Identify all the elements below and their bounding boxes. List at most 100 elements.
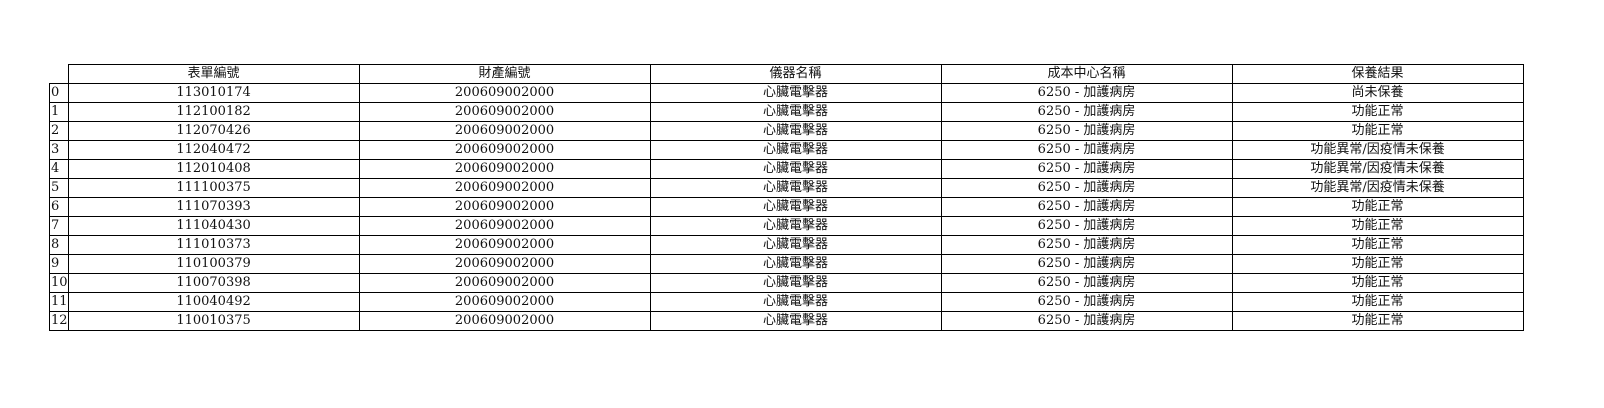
form-number-cell: 111040430 — [67, 216, 360, 236]
table-row: 11 110040492 200609002000 心臟電擊器 6250 - 加護病房功… — [49, 292, 1524, 312]
asset-number-cell: 200609002000 — [358, 216, 651, 236]
maintenance-result-cell: 功能正常 — [1231, 292, 1524, 312]
asset-number-cell: 200609002000 — [358, 197, 651, 217]
form-number-cell: 112100182 — [67, 102, 360, 122]
row-index-cell: 3 — [49, 140, 69, 160]
row-index-cell: 8 — [49, 235, 69, 255]
instrument-name-cell: 心臟電擊器 — [649, 159, 942, 179]
column-header-instrument-name: 儀器名稱 — [649, 64, 942, 84]
form-number-cell: 112070426 — [67, 121, 360, 141]
cost-center-cell: 6250 - 加護病房 — [940, 102, 1233, 122]
table-row: 12 110010375 200609002000 心臟電擊器 6250 - 加護病房功… — [49, 311, 1524, 331]
instrument-name-cell: 心臟電擊器 — [649, 254, 942, 274]
table-row: 5 111100375 200609002000 心臟電擊器 6250 - 加護病房 功能… — [49, 178, 1524, 198]
row-index-cell: 5 — [49, 178, 69, 198]
table-row: 6 111070393 200609002000 心臟電擊器 6250 - 加護病房 功能… — [49, 197, 1524, 217]
asset-number-cell: 200609002000 — [358, 178, 651, 198]
maintenance-result-cell: 功能正常 — [1231, 311, 1524, 331]
row-index-cell: 11 — [49, 292, 69, 312]
form-number-cell: 111010373 — [67, 235, 360, 255]
cost-center-cell: 6250 - 加護病房 — [940, 216, 1233, 236]
row-index-cell: 9 — [49, 254, 69, 274]
maintenance-result-cell: 功能正常 — [1231, 273, 1524, 293]
table-row: 0 113010174 200609002000 心臟電擊器 6250 - 加護病房 尚未… — [49, 83, 1524, 103]
form-number-cell: 110040492 — [67, 292, 360, 312]
maintenance-result-cell: 功能異常/因疫情未保養 — [1231, 178, 1524, 198]
table-row: 2 112070426 200609002000 心臟電擊器 6250 - 加護病房 功能… — [49, 121, 1524, 141]
cost-center-cell: 6250 - 加護病房 — [940, 311, 1233, 331]
form-number-cell: 110100379 — [67, 254, 360, 274]
row-index-cell: 7 — [49, 216, 69, 236]
cost-center-cell: 6250 - 加護病房 — [940, 159, 1233, 179]
column-header-asset-number: 財產編號 — [358, 64, 651, 84]
cost-center-cell: 6250 - 加護病房 — [940, 83, 1233, 103]
row-index-cell: 10 — [49, 273, 69, 293]
asset-number-cell: 200609002000 — [358, 121, 651, 141]
asset-number-cell: 200609002000 — [358, 235, 651, 255]
table-row: 10 110070398 200609002000 心臟電擊器 6250 - 加護病房功… — [49, 273, 1524, 293]
instrument-name-cell: 心臟電擊器 — [649, 311, 942, 331]
maintenance-result-cell: 功能正常 — [1231, 216, 1524, 236]
row-index-cell: 4 — [49, 159, 69, 179]
maintenance-records-table: 表單編號 財產編號 儀器名稱 成本中心名稱 保養結果 0 113010174 200… — [49, 64, 1524, 331]
table-row: 8 111010373 200609002000 心臟電擊器 6250 - 加護病房 功能… — [49, 235, 1524, 255]
cost-center-cell: 6250 - 加護病房 — [940, 273, 1233, 293]
column-header-maintenance-result: 保養結果 — [1231, 64, 1524, 84]
instrument-name-cell: 心臟電擊器 — [649, 121, 942, 141]
table-row: 1 112100182 200609002000 心臟電擊器 6250 - 加護病房 功能… — [49, 102, 1524, 122]
asset-number-cell: 200609002000 — [358, 102, 651, 122]
row-index-cell: 6 — [49, 197, 69, 217]
index-header — [49, 64, 69, 84]
row-index-cell: 0 — [49, 83, 69, 103]
instrument-name-cell: 心臟電擊器 — [649, 102, 942, 122]
asset-number-cell: 200609002000 — [358, 273, 651, 293]
asset-number-cell: 200609002000 — [358, 292, 651, 312]
column-header-form-number: 表單編號 — [67, 64, 360, 84]
maintenance-result-cell: 功能正常 — [1231, 197, 1524, 217]
table-row: 3 112040472 200609002000 心臟電擊器 6250 - 加護病房 功能… — [49, 140, 1524, 160]
maintenance-result-cell: 功能正常 — [1231, 254, 1524, 274]
cost-center-cell: 6250 - 加護病房 — [940, 235, 1233, 255]
cost-center-cell: 6250 - 加護病房 — [940, 292, 1233, 312]
table-row: 7 111040430 200609002000 心臟電擊器 6250 - 加護病房 功能… — [49, 216, 1524, 236]
instrument-name-cell: 心臟電擊器 — [649, 273, 942, 293]
instrument-name-cell: 心臟電擊器 — [649, 216, 942, 236]
instrument-name-cell: 心臟電擊器 — [649, 235, 942, 255]
cost-center-cell: 6250 - 加護病房 — [940, 121, 1233, 141]
row-index-cell: 2 — [49, 121, 69, 141]
column-header-cost-center-name: 成本中心名稱 — [940, 64, 1233, 84]
form-number-cell: 112010408 — [67, 159, 360, 179]
maintenance-result-cell: 功能異常/因疫情未保養 — [1231, 140, 1524, 160]
instrument-name-cell: 心臟電擊器 — [649, 178, 942, 198]
instrument-name-cell: 心臟電擊器 — [649, 83, 942, 103]
maintenance-result-cell: 功能異常/因疫情未保養 — [1231, 159, 1524, 179]
cost-center-cell: 6250 - 加護病房 — [940, 140, 1233, 160]
form-number-cell: 110070398 — [67, 273, 360, 293]
maintenance-result-cell: 尚未保養 — [1231, 83, 1524, 103]
maintenance-result-cell: 功能正常 — [1231, 235, 1524, 255]
maintenance-result-cell: 功能正常 — [1231, 121, 1524, 141]
asset-number-cell: 200609002000 — [358, 311, 651, 331]
asset-number-cell: 200609002000 — [358, 159, 651, 179]
asset-number-cell: 200609002000 — [358, 140, 651, 160]
form-number-cell: 110010375 — [67, 311, 360, 331]
form-number-cell: 111100375 — [67, 178, 360, 198]
asset-number-cell: 200609002000 — [358, 254, 651, 274]
instrument-name-cell: 心臟電擊器 — [649, 292, 942, 312]
instrument-name-cell: 心臟電擊器 — [649, 197, 942, 217]
cost-center-cell: 6250 - 加護病房 — [940, 254, 1233, 274]
table-row: 4 112010408 200609002000 心臟電擊器 6250 - 加護病房 功能… — [49, 159, 1524, 179]
maintenance-result-cell: 功能正常 — [1231, 102, 1524, 122]
table-row: 9 110100379 200609002000 心臟電擊器 6250 - 加護病房 功能… — [49, 254, 1524, 274]
row-index-cell: 12 — [49, 311, 69, 331]
row-index-cell: 1 — [49, 102, 69, 122]
cost-center-cell: 6250 - 加護病房 — [940, 178, 1233, 198]
asset-number-cell: 200609002000 — [358, 83, 651, 103]
instrument-name-cell: 心臟電擊器 — [649, 140, 942, 160]
form-number-cell: 111070393 — [67, 197, 360, 217]
form-number-cell: 112040472 — [67, 140, 360, 160]
cost-center-cell: 6250 - 加護病房 — [940, 197, 1233, 217]
table-body: 0 113010174 200609002000 心臟電擊器 6250 - 加護病房 尚未… — [49, 83, 1524, 331]
header-row: 表單編號 財產編號 儀器名稱 成本中心名稱 保養結果 — [49, 64, 1524, 84]
form-number-cell: 113010174 — [67, 83, 360, 103]
